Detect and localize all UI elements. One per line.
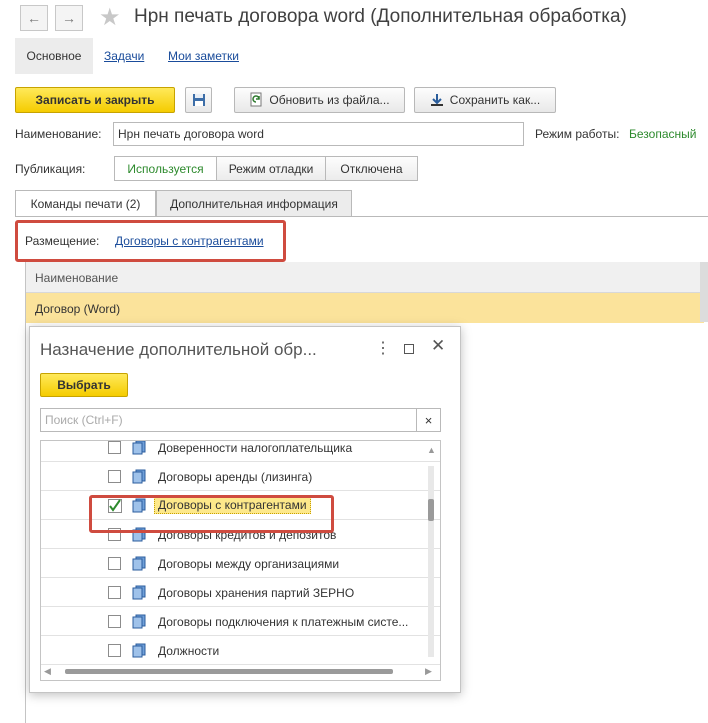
update-from-file-button[interactable]: Обновить из файла... — [234, 87, 405, 113]
tab-tasks[interactable]: Задачи — [104, 49, 144, 63]
table-scrollbar[interactable] — [700, 262, 708, 322]
column-name-header: Наименование — [35, 271, 119, 285]
table-row[interactable]: Договор (Word) — [26, 293, 704, 323]
list-item-label: Договоры аренды (лизинга) — [158, 470, 313, 484]
dialog-more-icon[interactable]: ⋮ — [375, 338, 391, 358]
checkbox[interactable] — [108, 586, 121, 599]
window-title: Нрн печать договора word (Дополнительная… — [134, 6, 627, 27]
checkbox[interactable] — [108, 615, 121, 628]
list-item-label: Доверенности налогоплательщика — [158, 441, 353, 455]
tabs-divider — [15, 216, 708, 217]
save-as-button[interactable]: Сохранить как... — [414, 87, 556, 113]
catalog-icon — [132, 614, 146, 629]
name-label: Наименование: — [15, 127, 102, 141]
tab-main-label: Основное — [26, 49, 82, 63]
forward-button[interactable]: → — [55, 5, 83, 31]
catalog-icon — [132, 469, 146, 484]
checkbox[interactable] — [108, 557, 121, 570]
list-item[interactable]: Договоры между организациями — [41, 549, 440, 578]
placement-highlight-frame — [15, 220, 286, 262]
floppy-disk-icon — [192, 94, 205, 106]
update-from-file-label: Обновить из файла... — [269, 93, 390, 107]
scroll-right-icon[interactable]: ▶ — [425, 666, 432, 677]
search-placeholder: Поиск (Ctrl+F) — [45, 413, 123, 427]
list-item[interactable]: Договоры хранения партий ЗЕРНО — [41, 578, 440, 607]
search-clear-button[interactable]: × — [416, 408, 441, 432]
list-scrollbar-thumb[interactable] — [428, 499, 434, 521]
save-close-button[interactable]: Записать и закрыть — [15, 87, 175, 113]
select-button[interactable]: Выбрать — [40, 373, 128, 397]
list-hscrollbar-thumb[interactable] — [65, 669, 393, 674]
catalog-icon — [132, 441, 146, 455]
list-scrollbar-track[interactable] — [428, 466, 434, 657]
name-input[interactable]: Нрн печать договора word — [113, 122, 524, 146]
publication-label: Публикация: — [15, 162, 86, 176]
mode-value: Безопасный — [629, 127, 697, 141]
back-button[interactable]: ← — [20, 5, 48, 31]
scroll-left-icon[interactable]: ◀ — [44, 666, 51, 677]
publication-used-option[interactable]: Используется — [114, 156, 217, 181]
catalog-icon — [132, 643, 146, 658]
checked-item-highlight-frame — [89, 495, 334, 533]
catalog-icon — [132, 585, 146, 600]
list-item-label: Должности — [158, 644, 220, 658]
list-item-label: Договоры хранения партий ЗЕРНО — [158, 586, 355, 600]
publication-debug-option[interactable]: Режим отладки — [216, 156, 326, 181]
tab-print-commands[interactable]: Команды печати (2) — [15, 190, 156, 217]
commands-table-header: Наименование — [26, 262, 704, 293]
arrow-left-icon: ← — [27, 10, 41, 26]
list-item[interactable]: Договоры подключения к платежным систе..… — [41, 607, 440, 636]
close-icon[interactable]: ✕ — [431, 336, 445, 356]
checkbox[interactable] — [108, 470, 121, 483]
table-row-label: Договор (Word) — [35, 302, 121, 316]
search-input[interactable]: Поиск (Ctrl+F) — [40, 408, 441, 432]
checkbox[interactable] — [108, 441, 121, 454]
update-file-icon — [250, 92, 262, 107]
list-item[interactable]: Договоры аренды (лизинга) — [41, 462, 440, 491]
save-button[interactable] — [185, 87, 212, 113]
tab-additional-info[interactable]: Дополнительная информация — [156, 190, 352, 217]
save-as-label: Сохранить как... — [449, 93, 541, 107]
name-input-value: Нрн печать договора word — [118, 127, 264, 141]
target-list: Доверенности налогоплательщика Договоры а… — [40, 440, 441, 681]
tab-notes[interactable]: Мои заметки — [168, 49, 239, 63]
publication-disabled-option[interactable]: Отключена — [325, 156, 418, 181]
list-item-label: Договоры между организациями — [158, 557, 340, 571]
mode-label: Режим работы: — [535, 127, 620, 141]
list-item[interactable]: Доверенности налогоплательщика — [41, 441, 440, 462]
maximize-icon[interactable] — [404, 344, 414, 354]
dialog-title: Назначение дополнительной обр... — [40, 340, 317, 359]
scroll-up-icon[interactable]: ▲ — [427, 445, 436, 455]
download-icon — [430, 94, 443, 106]
checkbox[interactable] — [108, 644, 121, 657]
favorite-star-icon[interactable]: ★ — [99, 3, 121, 32]
list-item[interactable]: Должности — [41, 636, 440, 665]
tab-main[interactable]: Основное — [15, 38, 93, 74]
list-item-label: Договоры подключения к платежным систе..… — [158, 615, 409, 629]
catalog-icon — [132, 556, 146, 571]
arrow-right-icon: → — [62, 10, 76, 26]
